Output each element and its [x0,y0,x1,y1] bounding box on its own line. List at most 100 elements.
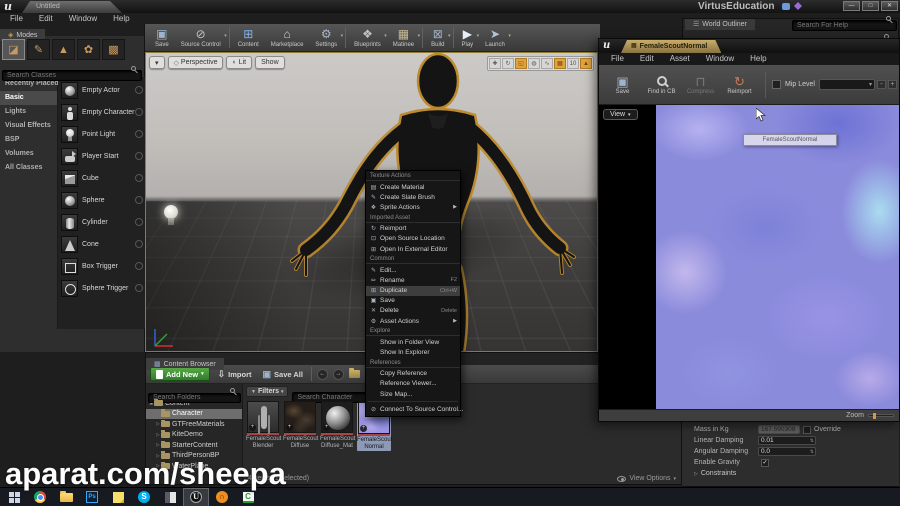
menu-item-edit[interactable]: ✎ Edit... [366,265,460,275]
texwin-menu-asset[interactable]: Asset [662,53,698,65]
back-button[interactable]: ← [316,368,328,380]
texwin-reimport-button[interactable]: ↻ Reimport [720,74,759,95]
texwin-menu-help[interactable]: Help [742,53,774,65]
category-all-classes[interactable]: All Classes [0,161,57,175]
view-button[interactable]: View ▾ [603,109,638,120]
surface-snap-icon[interactable]: ∿ [541,58,553,69]
tree-item-startercontent[interactable]: ▷ StarterContent [146,440,242,451]
dropdown-caret-icon[interactable]: ▾ [508,33,511,39]
menu-item-create-material[interactable]: ▤ Create Material [366,182,460,192]
toolbar-launch-button[interactable]: ➤ ▾ Launch [479,24,511,51]
toolbar-build-button[interactable]: ⊠ ▾ Build [425,24,450,51]
mip-plus-button[interactable]: + [887,80,897,89]
taskbar-chrome-button[interactable] [27,488,53,506]
toolbar-play-button[interactable]: ▶ ▾ Play [456,24,480,51]
toolbar-settings-button[interactable]: ⚙ ▾ Settings [309,24,343,51]
linear-damping-field[interactable]: 0.01 ⇅ [758,436,816,445]
enable-gravity-checkbox[interactable]: ✓ [761,458,769,467]
toolbar-content-button[interactable]: ⊞ Content [232,24,265,51]
placeable-sphere[interactable]: Sphere [58,189,146,211]
menu-item-size-map[interactable]: Size Map... [366,389,460,399]
maximize-button[interactable]: □ [862,1,879,11]
minimize-button[interactable]: — [843,1,860,11]
taskbar-photos-button[interactable] [157,488,183,506]
save-all-button[interactable]: ▣ Save All [260,367,306,381]
menu-item-open-source-location[interactable]: ⊡ Open Source Location [366,234,460,244]
texwin-menu-file[interactable]: File [603,53,632,65]
asset-femalescout-blender[interactable]: + FemaleScout Blender [246,401,281,451]
menu-item-show-in-explorer[interactable]: Show In Explorer [366,347,460,357]
foliage-mode-icon[interactable]: ✿ [77,39,100,60]
landscape-mode-icon[interactable]: ▲ [52,39,75,60]
menu-item-sprite-actions[interactable]: ❖ Sprite Actions ▶ [366,202,460,212]
taskbar-photoshop-button[interactable]: Ps [79,488,105,506]
view-options-button[interactable]: View Options ▾ [617,475,676,482]
menu-item-save[interactable]: ▣ Save [366,296,460,306]
scale-tool-icon[interactable]: ◱ [515,58,527,69]
taskbar-unreal-button[interactable]: U [183,487,209,506]
close-button[interactable]: ✕ [881,1,898,11]
import-button[interactable]: ⇩ Import [215,367,255,381]
filters-button[interactable]: ▼ Filters ▾ [246,386,289,397]
toolbar-save-button[interactable]: ▣ Save [149,24,175,51]
tree-item-character[interactable]: Character [146,408,242,419]
taskbar-start-button[interactable] [1,488,27,506]
taskbar-sticky-notes-button[interactable] [105,488,131,506]
rotation-snap-label[interactable]: 10 [567,58,579,69]
expander-icon[interactable]: ▷ [694,471,698,477]
texwin-menu-edit[interactable]: Edit [632,53,662,65]
menu-item-reimport[interactable]: ↻ Reimport [366,224,460,234]
texture-viewport[interactable]: View ▾ FemaleScoutNormal [599,105,899,409]
dropdown-caret-icon[interactable]: ▾ [224,33,227,39]
gem-icon[interactable] [794,2,802,10]
search-classes-input[interactable] [2,70,142,81]
category-lights[interactable]: Lights [0,105,57,119]
menu-item-reference-viewer[interactable]: Reference Viewer... [366,379,460,389]
menu-window[interactable]: Window [61,13,105,24]
menu-item-duplicate[interactable]: ⊞ Duplicate Ctrl+W [366,285,460,296]
asset-femalescout-diffuse[interactable]: + FemaleScout Diffuse [283,401,318,451]
normal-map-texture[interactable]: FemaleScoutNormal [656,105,899,409]
rotate-tool-icon[interactable]: ↻ [502,58,514,69]
point-light-sprite[interactable] [160,203,184,237]
placeable-point-light[interactable]: Point Light [58,123,146,145]
toolbar-blueprints-button[interactable]: ❖ ▾ Blueprints [348,24,387,51]
chat-icon[interactable] [782,3,790,10]
mip-minus-button[interactable]: - [876,80,886,89]
add-new-button[interactable]: Add New ▾ [150,367,210,381]
mip-level-dropdown[interactable] [818,79,875,90]
spinner-icon[interactable]: ⇅ [810,437,814,445]
geometry-mode-icon[interactable]: ▩ [102,39,125,60]
menu-item-connect-to-source-control[interactable]: ⊘ Connect To Source Control... [366,404,463,414]
menu-file[interactable]: File [2,13,31,24]
help-search-input[interactable] [792,20,897,31]
toolbar-marketplace-button[interactable]: ⌂ Marketplace [265,24,310,51]
tab-world-outliner[interactable]: ☰ World Outliner [685,19,755,30]
coordinate-space-icon[interactable]: ◍ [528,58,540,69]
forward-button[interactable]: → [332,368,344,380]
place-mode-icon[interactable]: ◪ [2,39,25,60]
viewport-lit-button[interactable]: ◐ Lit [226,56,253,69]
texwin-find-in-cb-button[interactable]: Find in CB [642,74,681,95]
menu-item-copy-reference[interactable]: Copy Reference [366,369,460,379]
tree-item-thirdpersonbp[interactable]: ▷ ThirdPersonBP [146,451,242,462]
category-bsp[interactable]: BSP [0,133,57,147]
taskbar-c-app-button[interactable]: C [235,488,261,506]
toolbar-source-control-button[interactable]: ⊘ ▾ Source Control [175,24,227,51]
placeable-cube[interactable]: Cube [58,167,146,189]
texwin-save-button[interactable]: ▣ Save [603,74,642,95]
placeable-box-trigger[interactable]: Box Trigger [58,255,146,277]
menu-item-rename[interactable]: ✏ Rename F2 [366,275,460,285]
tree-item-gtfreematerials[interactable]: ▷ GTFreeMaterials [146,419,242,430]
menu-item-open-in-external-editor[interactable]: ⊞ Open In External Editor [366,244,460,254]
placeable-player-start[interactable]: Player Start [58,145,146,167]
tree-item-waterplane[interactable]: ▷ WaterPlane [146,461,242,472]
override-checkbox[interactable] [803,425,811,434]
toolbar-matinee-button[interactable]: ▦ ▾ Matinee [387,24,420,51]
asset-femalescout-diffuse-mat[interactable]: + FemaleScout Diffuse_Mat [320,401,355,451]
scale-snap-icon[interactable]: ▲ [580,58,592,69]
spinner-icon[interactable]: ⇅ [810,448,814,456]
placeable-cone[interactable]: Cone [58,233,146,255]
mip-level-checkbox[interactable] [772,80,781,89]
placeable-cylinder[interactable]: Cylinder [58,211,146,233]
